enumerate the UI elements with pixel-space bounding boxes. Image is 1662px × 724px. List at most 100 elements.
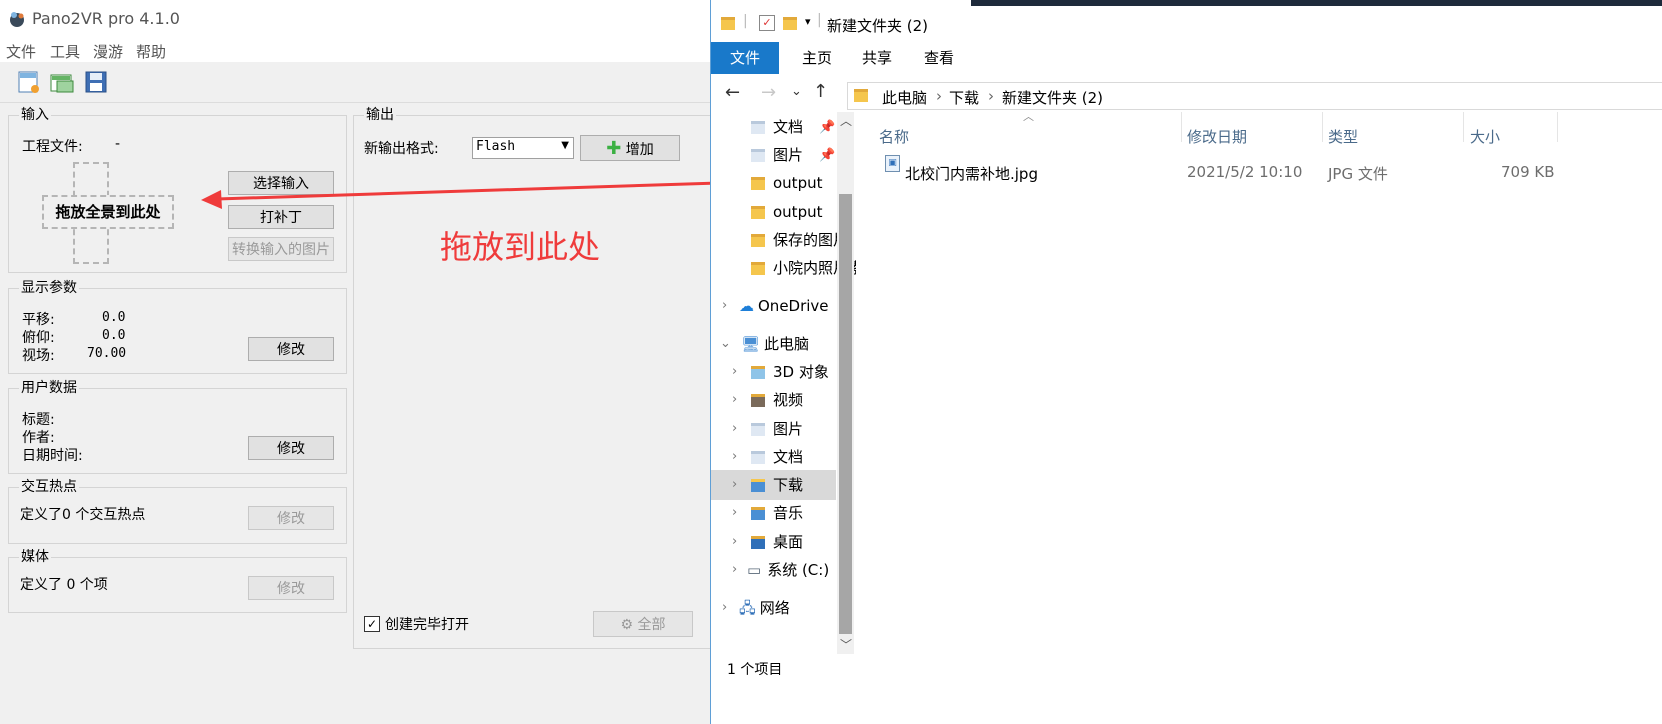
nav-this-pc[interactable]: 🖥 此电脑	[711, 329, 809, 359]
nav-label: 网络	[759, 599, 790, 617]
menu-tour[interactable]: 漫游	[93, 41, 123, 62]
nav-videos[interactable]: 视频	[711, 385, 803, 415]
expand-chevron-icon[interactable]: ›	[732, 364, 737, 379]
display-params-title: 显示参数	[19, 279, 79, 297]
folder-icon	[721, 17, 735, 30]
qat-dropdown-icon[interactable]: ▾	[805, 15, 811, 28]
expand-chevron-icon[interactable]: ›	[732, 449, 737, 464]
sort-asc-icon: ︿	[1023, 110, 1034, 123]
nav-scrollbar-thumb[interactable]	[839, 194, 852, 634]
nav-saved-pictures[interactable]: 保存的图片	[711, 225, 848, 255]
nav-scrollbar[interactable]: ︿ ﹀	[837, 112, 854, 654]
save-icon[interactable]	[83, 69, 109, 95]
computer-icon: 🖥	[741, 335, 761, 353]
expand-chevron-icon[interactable]: ›	[732, 562, 737, 577]
explorer-bottom-area	[711, 684, 1662, 724]
expand-chevron-icon[interactable]: ›	[732, 421, 737, 436]
up-icon[interactable]: ↑	[813, 81, 828, 102]
address-folder-icon	[854, 89, 868, 102]
project-file-value: -	[115, 136, 121, 152]
convert-input-button[interactable]: 转换输入的图片	[228, 237, 334, 261]
tab-share[interactable]: 共享	[849, 42, 905, 74]
output-format-select[interactable]: Flash ▼	[472, 137, 574, 159]
nav-output-2[interactable]: output	[711, 197, 822, 227]
breadcrumb-new-folder[interactable]: 新建文件夹 (2)	[1002, 87, 1103, 108]
ribbon-tabs: 文件 主页 共享 查看	[711, 42, 1662, 75]
tab-file[interactable]: 文件	[711, 42, 779, 74]
menu-tools[interactable]: 工具	[50, 41, 80, 62]
tab-home[interactable]: 主页	[789, 42, 845, 74]
build-all-button[interactable]: ⚙ 全部	[593, 611, 693, 637]
nav-label: output	[773, 174, 823, 192]
nav-yard-photos[interactable]: 小院内照片素材	[711, 253, 856, 283]
hotspots-modify-button[interactable]: 修改	[248, 506, 334, 530]
back-icon[interactable]: ←	[725, 82, 740, 103]
nav-music[interactable]: 音乐	[711, 498, 803, 528]
expand-chevron-icon[interactable]: ›	[732, 392, 737, 407]
breadcrumb-separator: ›	[988, 87, 994, 105]
open-project-icon[interactable]	[49, 69, 75, 95]
new-project-icon[interactable]	[16, 69, 42, 95]
recent-chevron-icon[interactable]: ⌄	[791, 84, 802, 99]
nav-downloads[interactable]: 下载	[711, 470, 836, 500]
column-date[interactable]: 修改日期	[1187, 126, 1247, 147]
menu-help[interactable]: 帮助	[136, 41, 166, 62]
output-format-value: Flash	[476, 139, 516, 154]
add-output-label: 增加	[625, 142, 654, 158]
title-bar: Pano2VR pro 4.1.0	[0, 0, 712, 36]
tilt-label: 俯仰:	[22, 330, 55, 346]
properties-icon[interactable]: ✓	[759, 15, 775, 31]
forward-icon[interactable]: →	[761, 82, 776, 103]
display-modify-button[interactable]: 修改	[248, 337, 334, 361]
media-modify-button[interactable]: 修改	[248, 576, 334, 600]
nav-documents-pinned[interactable]: 文档	[711, 112, 836, 142]
nav-onedrive[interactable]: ☁ OneDrive	[711, 291, 829, 321]
nav-pictures[interactable]: 图片	[711, 414, 803, 444]
media-count-text: 定义了 0 个项	[20, 577, 108, 593]
nav-system-drive[interactable]: ▭ 系统 (C:)	[711, 555, 829, 585]
column-size[interactable]: 大小	[1470, 126, 1500, 147]
column-type[interactable]: 类型	[1328, 126, 1358, 147]
column-name[interactable]: 名称	[879, 126, 909, 147]
scroll-down-icon[interactable]: ﹀	[840, 636, 852, 653]
input-group-title: 输入	[19, 106, 51, 124]
menu-file[interactable]: 文件	[6, 41, 36, 62]
expand-chevron-icon[interactable]: ›	[732, 505, 737, 520]
nav-output-1[interactable]: output	[711, 168, 822, 198]
file-name[interactable]: 北校门内需补地.jpg	[905, 163, 1038, 184]
folder-icon	[751, 234, 765, 247]
add-output-button[interactable]: ✚ 增加	[580, 135, 680, 161]
fov-label: 视场:	[22, 348, 55, 364]
pictures-icon	[751, 149, 765, 162]
pin-icon[interactable]: 📌	[819, 148, 835, 163]
nav-documents[interactable]: 文档	[711, 442, 803, 472]
file-date: 2021/5/2 10:10	[1187, 163, 1303, 181]
userdata-modify-button[interactable]: 修改	[248, 436, 334, 460]
pictures-icon	[751, 423, 765, 436]
open-after-checkbox[interactable]: ✓	[364, 616, 380, 632]
panorama-drop-zone[interactable]: 拖放全景到此处	[42, 195, 174, 229]
pano2vr-window: Pano2VR pro 4.1.0 文件 工具 漫游 帮助 输入 工程文件: -…	[0, 0, 712, 724]
build-all-label: 全部	[637, 617, 666, 633]
author-label: 作者:	[22, 430, 55, 446]
nav-desktop[interactable]: 桌面	[711, 527, 803, 557]
folder-icon	[751, 262, 765, 275]
title-label: 标题:	[22, 412, 55, 428]
expand-chevron-icon[interactable]: ›	[732, 477, 737, 492]
folder-icon	[751, 206, 765, 219]
new-folder-icon[interactable]	[783, 17, 797, 30]
nav-pictures-pinned[interactable]: 图片	[711, 140, 836, 170]
pin-icon[interactable]: 📌	[819, 120, 835, 135]
title-separator: |	[817, 12, 822, 28]
expand-chevron-icon[interactable]: ›	[732, 534, 737, 549]
scroll-up-icon[interactable]: ︿	[840, 112, 852, 129]
pano2vr-logo-icon	[10, 12, 24, 27]
breadcrumb-downloads[interactable]: 下载	[949, 87, 979, 108]
hotspots-count-text: 定义了0 个交互热点	[20, 507, 146, 523]
display-params-group: 显示参数 平移: 0.0 俯仰: 0.0 视场: 70.00 修改	[8, 279, 347, 374]
nav-network[interactable]: 🖧 网络	[711, 593, 790, 623]
address-bar[interactable]: 此电脑 › 下载 › 新建文件夹 (2)	[847, 82, 1662, 110]
tab-view[interactable]: 查看	[911, 42, 967, 74]
breadcrumb-this-pc[interactable]: 此电脑	[882, 87, 927, 108]
hotspots-group: 交互热点 定义了0 个交互热点 修改	[8, 478, 347, 544]
